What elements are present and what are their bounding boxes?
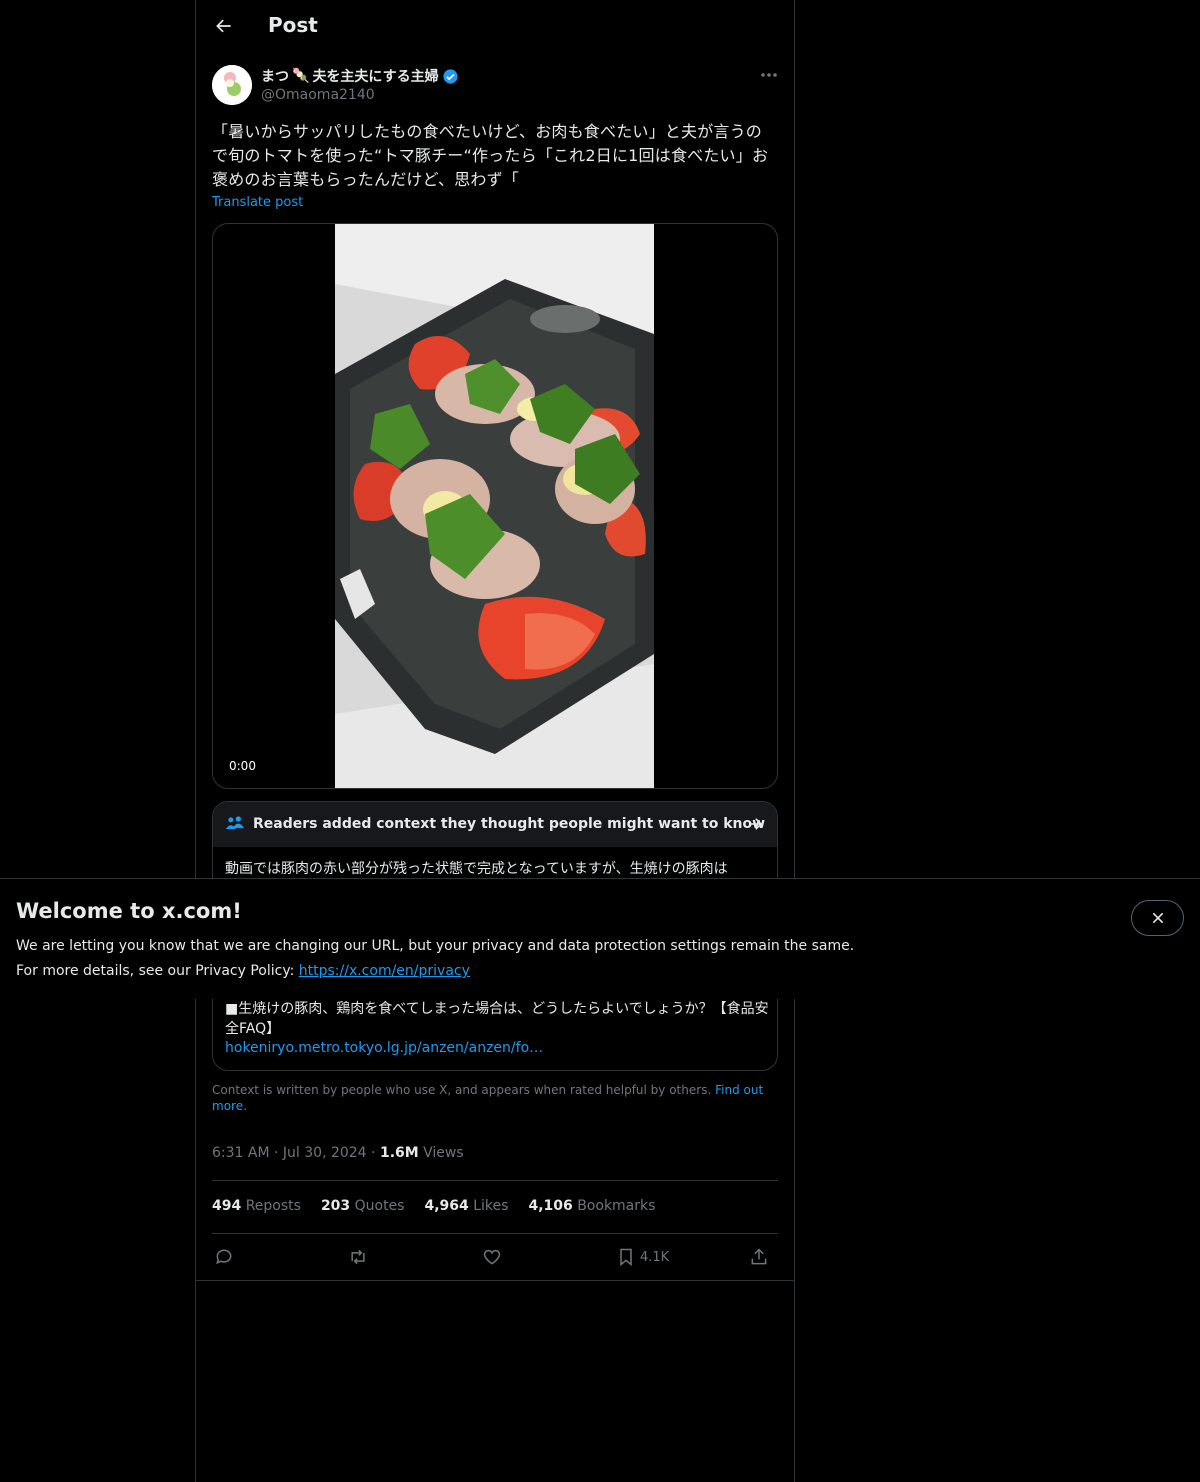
- author-name-prefix: まつ: [261, 69, 289, 85]
- community-note-header[interactable]: Readers added context they thought peopl…: [213, 802, 777, 847]
- community-note-title: Readers added context they thought peopl…: [253, 816, 766, 832]
- video-timestamp: 0:00: [229, 759, 256, 773]
- verified-badge-icon: [442, 68, 458, 84]
- privacy-link[interactable]: https://x.com/en/privacy: [299, 963, 470, 979]
- video-player[interactable]: 0:00: [212, 223, 778, 789]
- banner-text: We are letting you know that we are chan…: [16, 934, 854, 984]
- divider: [212, 1233, 778, 1234]
- post-date[interactable]: Jul 30, 2024: [283, 1145, 367, 1161]
- share-icon: [751, 1248, 767, 1265]
- repost-button[interactable]: [348, 1245, 368, 1269]
- divider: [196, 1280, 794, 1281]
- action-bar: 4.1K: [212, 1245, 778, 1269]
- post-meta: 6:31 AM · Jul 30, 2024 · 1.6M Views: [212, 1145, 464, 1161]
- reposts-stat[interactable]: 494 Reposts: [212, 1198, 301, 1214]
- reply-icon: [216, 1249, 232, 1265]
- post-stats: 494 Reposts 203 Quotes 4,964 Likes 4,106…: [212, 1198, 655, 1214]
- author-handle[interactable]: @Omaoma2140: [261, 87, 375, 103]
- arrow-left-icon: [216, 19, 231, 33]
- banner-line-1: We are letting you know that we are chan…: [16, 938, 855, 954]
- back-button[interactable]: [210, 12, 238, 40]
- community-note-body: 動画では豚肉の赤い部分が残った状態で完成となっていますが、生焼けの豚肉は: [225, 861, 728, 877]
- welcome-banner: Welcome to x.com! We are letting you kno…: [0, 878, 1200, 999]
- community-note-footer: Context is written by people who use X, …: [212, 1082, 778, 1114]
- community-note-footer-text: Context is written by people who use X, …: [212, 1083, 712, 1097]
- heart-icon: [483, 1249, 501, 1265]
- page-title: Post: [268, 13, 318, 37]
- likes-stat[interactable]: 4,964 Likes: [424, 1198, 508, 1214]
- author-name-suffix: 夫を主夫にする主婦: [312, 69, 439, 85]
- views-label: Views: [423, 1145, 464, 1161]
- people-icon: [225, 816, 245, 829]
- bookmarks-stat[interactable]: 4,106 Bookmarks: [528, 1198, 655, 1214]
- divider: [212, 1180, 778, 1181]
- quotes-stat[interactable]: 203 Quotes: [321, 1198, 405, 1214]
- avatar[interactable]: [212, 65, 252, 105]
- bookmark-button[interactable]: 4.1K: [616, 1245, 669, 1269]
- views-count: 1.6M: [379, 1145, 419, 1161]
- banner-title: Welcome to x.com!: [16, 899, 242, 923]
- share-button[interactable]: [749, 1245, 769, 1269]
- more-icon: [761, 73, 777, 77]
- banner-line-2: For more details, see our Privacy Policy…: [16, 963, 470, 979]
- translate-post-link[interactable]: Translate post: [212, 195, 303, 210]
- author-name[interactable]: まつ 🍡 夫を主夫にする主婦: [261, 66, 459, 86]
- post-column: Post まつ 🍡 夫を主夫にする主婦 @Omaoma2140 「暑いからサッパ…: [195, 0, 795, 1482]
- community-note-link-title: ■生焼けの豚肉、鶏肉を食べてしまった場合は、どうしたらよいでしょうか？【食品安全…: [225, 1001, 769, 1037]
- more-options-button[interactable]: [756, 64, 782, 86]
- video-thumbnail: [335, 224, 654, 788]
- arrow-right-icon: [749, 818, 763, 830]
- dango-emoji-icon: 🍡: [292, 68, 310, 84]
- close-icon: [1152, 912, 1163, 924]
- post-time[interactable]: 6:31 AM: [212, 1145, 270, 1161]
- close-banner-button[interactable]: [1131, 900, 1184, 936]
- header: Post: [196, 0, 794, 53]
- bookmark-count: 4.1K: [640, 1249, 670, 1265]
- avatar-image: [212, 65, 252, 105]
- like-button[interactable]: [482, 1245, 502, 1269]
- bookmark-icon: [620, 1248, 632, 1267]
- community-note-link[interactable]: hokeniryo.metro.tokyo.lg.jp/anzen/anzen/…: [225, 1040, 543, 1056]
- repost-icon: [351, 1249, 365, 1265]
- reply-button[interactable]: [214, 1245, 234, 1269]
- post-text: 「暑いからサッパリしたもの食べたいけど、お肉も食べたい」と夫が言うので旬のトマト…: [212, 122, 769, 189]
